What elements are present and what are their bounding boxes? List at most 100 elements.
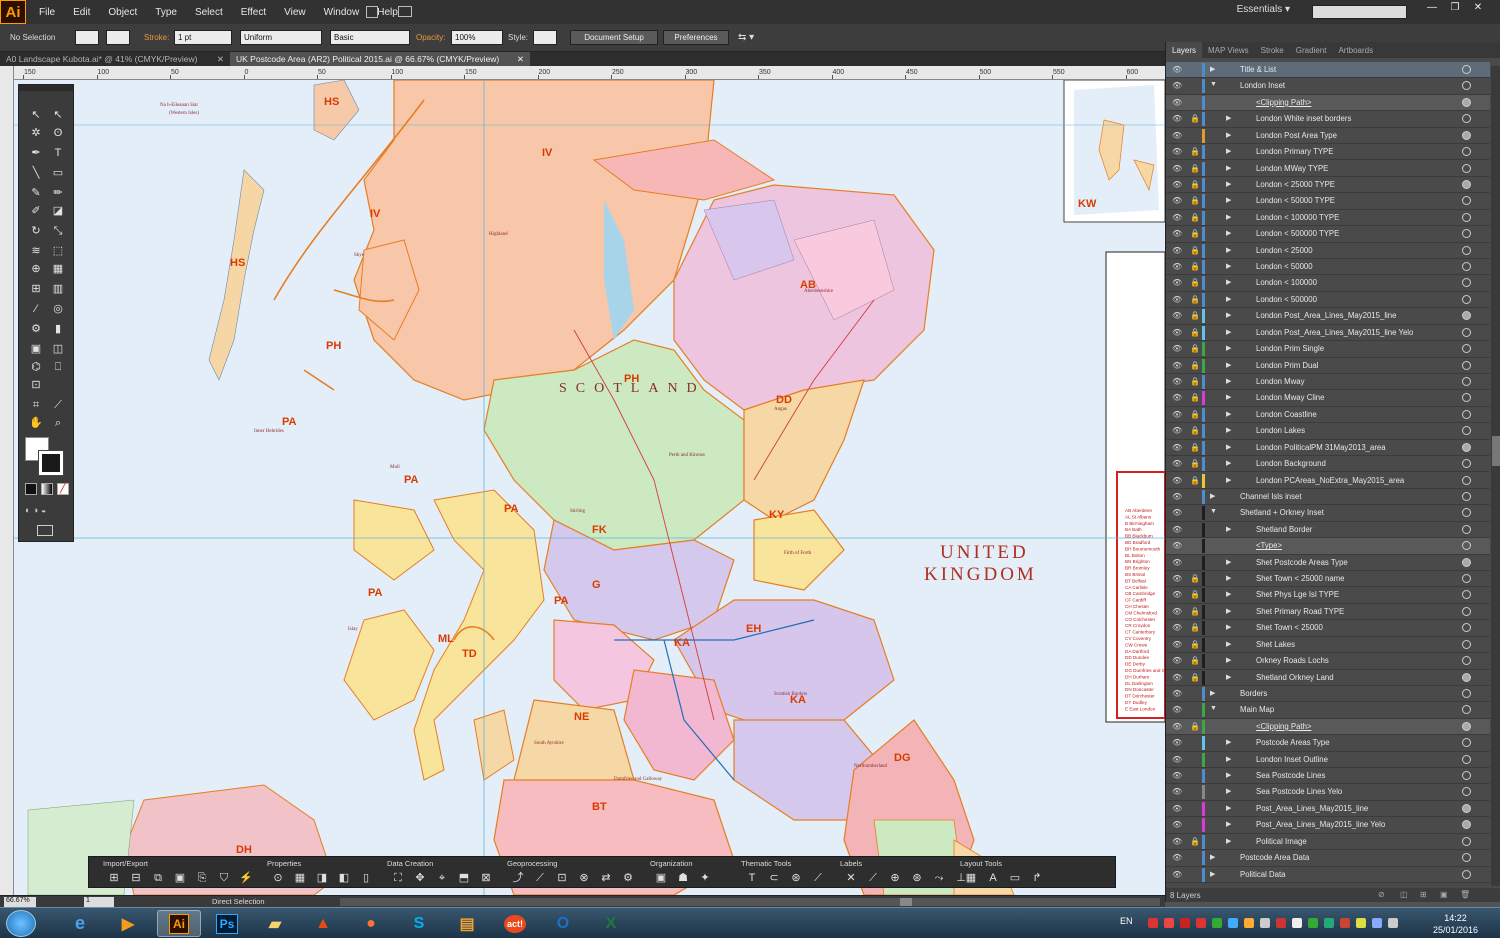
crop-tool-icon[interactable]: ⌗	[27, 397, 45, 413]
lock-icon[interactable]	[1190, 525, 1200, 535]
artboard-tool-icon[interactable]: ▣	[27, 341, 45, 357]
expand-arrow-icon[interactable]: ▶	[1226, 673, 1231, 681]
system-tray-icon[interactable]	[1276, 918, 1286, 928]
color-mode-icon[interactable]	[25, 483, 37, 495]
target-circle-icon[interactable]	[1462, 376, 1471, 386]
clock[interactable]: 14:22 25/01/2016	[1433, 912, 1478, 936]
layer-row[interactable]: 👁 🔒 ▶ London PoliticalPM 31May2013_area	[1166, 440, 1490, 457]
visibility-eye-icon[interactable]: 👁	[1172, 98, 1184, 108]
expand-arrow-icon[interactable]: ▶	[1210, 492, 1215, 500]
tab-a0-landscape[interactable]: A0 Landscape Kubota.ai* @ 41% (CMYK/Prev…	[0, 52, 230, 66]
layer-row[interactable]: 👁 🔒 ▶ London Mway	[1166, 374, 1490, 391]
visibility-eye-icon[interactable]: 👁	[1172, 311, 1184, 321]
expand-arrow-icon[interactable]: ▶	[1226, 607, 1231, 615]
layer-row[interactable]: 👁 🔒 ▶ London Post_Area_Lines_May2015_line	[1166, 308, 1490, 325]
lock-icon[interactable]: 🔒	[1190, 623, 1200, 633]
bridge-icon[interactable]	[366, 6, 378, 18]
lock-icon[interactable]: 🔒	[1190, 196, 1200, 206]
target-circle-icon[interactable]	[1462, 311, 1471, 321]
layer-row[interactable]: 👁 🔒 ▶ London < 25000	[1166, 243, 1490, 259]
visibility-eye-icon[interactable]: 👁	[1172, 262, 1184, 272]
system-tray-icon[interactable]	[1180, 918, 1190, 928]
visibility-eye-icon[interactable]: 👁	[1172, 623, 1184, 633]
target-circle-icon[interactable]	[1462, 754, 1471, 764]
target-circle-icon[interactable]	[1462, 147, 1471, 157]
lock-icon[interactable]	[1190, 853, 1200, 863]
mapbar-tool-icon[interactable]: ↱	[1030, 871, 1044, 885]
visibility-eye-icon[interactable]: 👁	[1172, 459, 1184, 469]
layers-tab-layers[interactable]: Layers	[1166, 42, 1203, 58]
expand-arrow-icon[interactable]: ▶	[1226, 410, 1231, 418]
layer-row[interactable]: 👁 ▶ Sea Postcode Lines Yelo	[1166, 784, 1490, 801]
map-tool-3-icon[interactable]: ⊡	[27, 377, 45, 393]
layer-row[interactable]: 👁 🔒 ▶ London < 50000	[1166, 259, 1490, 276]
graphic-style-swatch[interactable]	[533, 30, 557, 45]
expand-arrow-icon[interactable]: ▶	[1226, 246, 1231, 254]
target-circle-icon[interactable]	[1462, 212, 1471, 222]
target-circle-icon[interactable]	[1462, 721, 1471, 731]
layer-row[interactable]: 👁 🔒 ▶ Shet Lakes	[1166, 637, 1490, 654]
mapbar-tool-icon[interactable]: ⊂	[767, 871, 781, 885]
new-sublayer-icon[interactable]: ⊞	[1420, 890, 1427, 899]
system-tray-icon[interactable]	[1164, 918, 1174, 928]
direct-selection-tool-icon[interactable]: ↖	[49, 107, 67, 123]
tab-uk-postcode[interactable]: UK Postcode Area (AR2) Political 2015.ai…	[230, 52, 530, 66]
target-circle-icon[interactable]	[1462, 656, 1471, 666]
visibility-eye-icon[interactable]: 👁	[1172, 492, 1184, 502]
paintbrush-tool-icon[interactable]: ✎	[27, 185, 45, 201]
system-tray-icon[interactable]	[1324, 918, 1334, 928]
eraser-tool-icon[interactable]: ◪	[49, 203, 67, 219]
layer-row[interactable]: 👁 ▼ Shetland + Orkney Inset	[1166, 505, 1490, 522]
target-circle-icon[interactable]	[1462, 442, 1471, 452]
layer-row[interactable]: 👁 ▶ Channel Isls inset	[1166, 489, 1490, 506]
lock-icon[interactable]	[1190, 870, 1200, 880]
map-tool-icon[interactable]: ⌬	[27, 359, 45, 375]
visibility-eye-icon[interactable]: 👁	[1172, 574, 1184, 584]
none-mode-icon[interactable]: ╱	[57, 483, 69, 495]
visibility-eye-icon[interactable]: 👁	[1172, 640, 1184, 650]
expand-arrow-icon[interactable]: ▶	[1226, 459, 1231, 467]
layer-row[interactable]: 👁 🔒 ▶ London Prim Single	[1166, 341, 1490, 358]
align-icon[interactable]: ⇆ ▾	[738, 32, 754, 43]
visibility-eye-icon[interactable]: 👁	[1172, 656, 1184, 666]
system-tray-icon[interactable]	[1196, 918, 1206, 928]
expand-arrow-icon[interactable]: ▶	[1226, 426, 1231, 434]
target-circle-icon[interactable]	[1462, 606, 1471, 616]
mapbar-tool-icon[interactable]: ✦	[698, 871, 712, 885]
layer-row[interactable]: 👁 🔒 ▶ Shet Phys Lge Isl TYPE	[1166, 587, 1490, 604]
target-circle-icon[interactable]	[1462, 114, 1471, 124]
lock-icon[interactable]: 🔒	[1190, 673, 1200, 683]
visibility-eye-icon[interactable]: 👁	[1172, 541, 1184, 551]
excel-icon[interactable]: X	[589, 910, 633, 937]
restore-button[interactable]: ❐	[1443, 2, 1467, 16]
visibility-eye-icon[interactable]: 👁	[1172, 607, 1184, 617]
layer-row[interactable]: 👁 ▶ London Inset Outline	[1166, 752, 1490, 769]
width-tool-icon[interactable]: ≋	[27, 243, 45, 259]
expand-arrow-icon[interactable]: ▶	[1226, 311, 1231, 319]
visibility-eye-icon[interactable]: 👁	[1172, 147, 1184, 157]
pencil-tool-icon[interactable]: ✏	[49, 185, 67, 201]
visibility-eye-icon[interactable]: 👁	[1172, 196, 1184, 206]
lock-icon[interactable]: 🔒	[1190, 311, 1200, 321]
layers-tab-stroke[interactable]: Stroke	[1255, 42, 1290, 58]
lock-icon[interactable]: 🔒	[1190, 164, 1200, 174]
layer-row[interactable]: 👁 🔒 ▶ London < 500000 TYPE	[1166, 226, 1490, 243]
taskbar-illustrator[interactable]: Ai	[157, 910, 201, 937]
mapbar-tool-icon[interactable]: ⬒	[457, 871, 471, 885]
mapbar-tool-icon[interactable]: ▦	[293, 871, 307, 885]
mapbar-tool-icon[interactable]: ⊕	[888, 871, 902, 885]
lock-icon[interactable]: 🔒	[1190, 393, 1200, 403]
visibility-eye-icon[interactable]: 👁	[1172, 738, 1184, 748]
target-circle-icon[interactable]	[1462, 344, 1471, 354]
lock-icon[interactable]: 🔒	[1190, 278, 1200, 288]
visibility-eye-icon[interactable]: 👁	[1172, 131, 1184, 141]
visibility-eye-icon[interactable]: 👁	[1172, 328, 1184, 338]
visibility-eye-icon[interactable]: 👁	[1172, 180, 1184, 190]
target-circle-icon[interactable]	[1462, 179, 1471, 189]
layer-row[interactable]: 👁 ▶ Political Data	[1166, 867, 1490, 883]
expand-arrow-icon[interactable]: ▶	[1226, 656, 1231, 664]
expand-arrow-icon[interactable]: ▶	[1226, 262, 1231, 270]
layer-row[interactable]: 👁 🔒 ▶ London Mway Cline	[1166, 390, 1490, 407]
slice-tool-icon[interactable]: ◫	[49, 341, 67, 357]
zoom-tool-icon[interactable]: ⌕	[49, 415, 67, 431]
